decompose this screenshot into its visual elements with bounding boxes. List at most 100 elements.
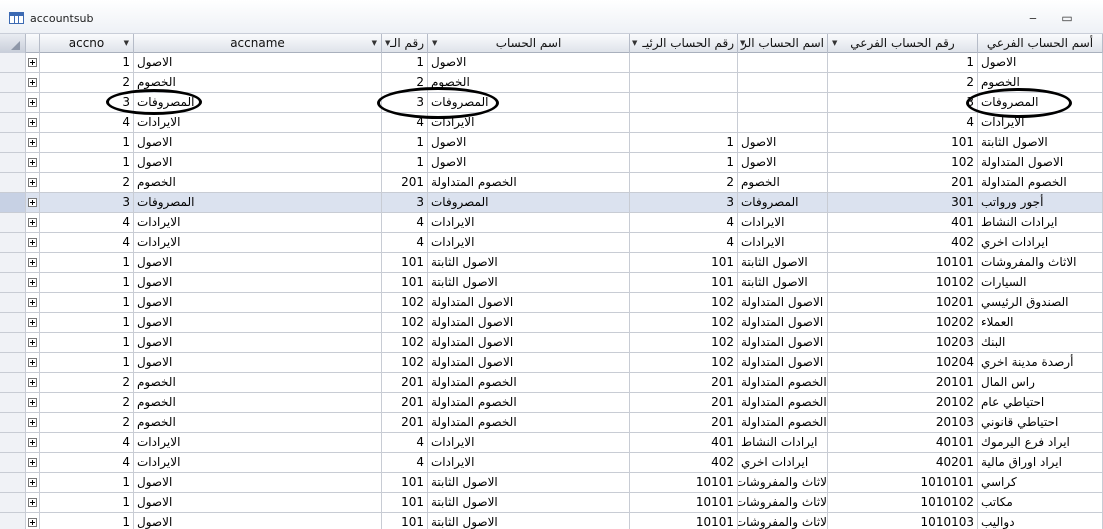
row-selector[interactable]	[0, 53, 26, 73]
cell-c6[interactable]: لاثاث والمفروشات	[738, 513, 828, 529]
cell-c3[interactable]: 3	[382, 193, 428, 213]
maximize-icon[interactable]: ▭	[1058, 10, 1076, 26]
table-row[interactable]: 4 الايرادات 4 الايرادات 402 ايرادات اخري 40201…	[0, 453, 1103, 473]
cell-c3[interactable]: 101	[382, 493, 428, 513]
cell-c5[interactable]: 10101	[630, 473, 738, 493]
expand-plus-icon[interactable]	[28, 178, 37, 187]
header-sub-accno[interactable]: رقم الحساب الفرعي ▼	[828, 34, 978, 53]
cell-c7[interactable]: 402	[828, 233, 978, 253]
cell-c6[interactable]: الاصول	[738, 153, 828, 173]
cell-c4[interactable]: الاصول الثابتة	[428, 513, 630, 529]
cell-c6[interactable]: الاصول	[738, 133, 828, 153]
cell-accno[interactable]: 3	[40, 193, 134, 213]
cell-c3[interactable]: 1	[382, 153, 428, 173]
table-row[interactable]: 3 المصروفات 3 المصروفات 3 المصروفات	[0, 93, 1103, 113]
cell-c8[interactable]: دواليب	[978, 513, 1103, 529]
expand-plus-icon[interactable]	[28, 358, 37, 367]
cell-accno[interactable]: 2	[40, 373, 134, 393]
cell-c5[interactable]	[630, 53, 738, 73]
expand-plus-icon[interactable]	[28, 138, 37, 147]
cell-c7[interactable]: 1010101	[828, 473, 978, 493]
table-row[interactable]: 4 الايرادات 4 الايرادات 4 الايرادات 401 ايرادات…	[0, 213, 1103, 233]
table-row[interactable]: 2 الخصوم 201 الخصوم المتداولة 201 الخصوم المت…	[0, 393, 1103, 413]
cell-c6[interactable]	[738, 93, 828, 113]
expand-plus-icon[interactable]	[28, 338, 37, 347]
table-row[interactable]: 1 الاصول 101 الاصول الثابتة 10101 لاثاث والمف…	[0, 473, 1103, 493]
table-row[interactable]: 3 المصروفات 3 المصروفات 3 المصروفات 301 أجور ور…	[0, 193, 1103, 213]
cell-c6[interactable]: المصروفات	[738, 193, 828, 213]
cell-accname[interactable]: الاصول	[134, 313, 382, 333]
cell-c7[interactable]: 102	[828, 153, 978, 173]
cell-c8[interactable]: الايرادات	[978, 113, 1103, 133]
cell-c4[interactable]: الايرادات	[428, 113, 630, 133]
header-parent-accno[interactable]: رقم الـ ▼	[382, 34, 428, 53]
cell-c8[interactable]: الخصوم المتداولة	[978, 173, 1103, 193]
dropdown-arrow-icon[interactable]: ▼	[632, 34, 637, 52]
cell-c5[interactable]	[630, 113, 738, 133]
cell-c4[interactable]: الايرادات	[428, 433, 630, 453]
cell-c7[interactable]: 4	[828, 113, 978, 133]
cell-c7[interactable]: 1010102	[828, 493, 978, 513]
cell-accname[interactable]: الاصول	[134, 153, 382, 173]
expand-plus-icon[interactable]	[28, 498, 37, 507]
cell-c6[interactable]: ايرادات النشاط	[738, 433, 828, 453]
dropdown-arrow-icon[interactable]: ▼	[385, 34, 390, 52]
cell-c8[interactable]: ايرادات النشاط	[978, 213, 1103, 233]
cell-c8[interactable]: ايراد فرع اليرموك	[978, 433, 1103, 453]
expand-plus-icon[interactable]	[28, 158, 37, 167]
cell-c7[interactable]: 1	[828, 53, 978, 73]
cell-accno[interactable]: 1	[40, 353, 134, 373]
cell-c5[interactable]: 10101	[630, 493, 738, 513]
cell-accname[interactable]: الخصوم	[134, 393, 382, 413]
table-row[interactable]: 4 الايرادات 4 الايرادات 401 ايرادات النشاط 401…	[0, 433, 1103, 453]
cell-c6[interactable]: ايرادات اخري	[738, 453, 828, 473]
cell-c7[interactable]: 201	[828, 173, 978, 193]
cell-c3[interactable]: 4	[382, 453, 428, 473]
cell-c5[interactable]: 402	[630, 453, 738, 473]
cell-c5[interactable]: 201	[630, 413, 738, 433]
cell-c4[interactable]: الخصوم المتداولة	[428, 373, 630, 393]
table-row[interactable]: 1 الاصول 102 الاصول المتداولة 102 الاصول المت…	[0, 353, 1103, 373]
window-titlebar[interactable]: accountsub ‒ ▭	[0, 0, 1103, 34]
cell-accno[interactable]: 4	[40, 433, 134, 453]
cell-c7[interactable]: 10203	[828, 333, 978, 353]
cell-c8[interactable]: احتياطي قانوني	[978, 413, 1103, 433]
cell-c3[interactable]: 201	[382, 393, 428, 413]
cell-c6[interactable]: الاصول المتداولة	[738, 353, 828, 373]
expand-plus-icon[interactable]	[28, 238, 37, 247]
expand-plus-icon[interactable]	[28, 58, 37, 67]
cell-accno[interactable]: 1	[40, 253, 134, 273]
cell-accno[interactable]: 1	[40, 493, 134, 513]
cell-c6[interactable]	[738, 53, 828, 73]
cell-c3[interactable]: 201	[382, 373, 428, 393]
cell-accno[interactable]: 2	[40, 73, 134, 93]
expand-plus-icon[interactable]	[28, 318, 37, 327]
row-selector[interactable]	[0, 353, 26, 373]
cell-accno[interactable]: 1	[40, 153, 134, 173]
cell-accname[interactable]: الاصول	[134, 293, 382, 313]
cell-accname[interactable]: الايرادات	[134, 453, 382, 473]
cell-c4[interactable]: الاصول	[428, 53, 630, 73]
dropdown-arrow-icon[interactable]: ▼	[832, 34, 837, 52]
cell-c4[interactable]: الاصول	[428, 153, 630, 173]
cell-c3[interactable]: 1	[382, 53, 428, 73]
table-row[interactable]: 1 الاصول 102 الاصول المتداولة 102 الاصول المت…	[0, 313, 1103, 333]
cell-accname[interactable]: الايرادات	[134, 213, 382, 233]
table-row[interactable]: 1 الاصول 1 الاصول 1 الاصول	[0, 53, 1103, 73]
cell-c4[interactable]: الاصول المتداولة	[428, 293, 630, 313]
expand-plus-icon[interactable]	[28, 378, 37, 387]
cell-c7[interactable]: 10102	[828, 273, 978, 293]
cell-c8[interactable]: ايرادات اخري	[978, 233, 1103, 253]
cell-accname[interactable]: الخصوم	[134, 173, 382, 193]
cell-accno[interactable]: 2	[40, 413, 134, 433]
cell-c7[interactable]: 2	[828, 73, 978, 93]
cell-accname[interactable]: الخصوم	[134, 413, 382, 433]
cell-c8[interactable]: أرصدة مدينة اخري	[978, 353, 1103, 373]
cell-c4[interactable]: الاصول الثابتة	[428, 273, 630, 293]
table-row[interactable]: 1 الاصول 1 الاصول 1 الاصول 101 الاصول الثابتة	[0, 133, 1103, 153]
cell-c6[interactable]: الخصوم المتداولة	[738, 413, 828, 433]
cell-c4[interactable]: الاصول الثابتة	[428, 493, 630, 513]
cell-c3[interactable]: 102	[382, 353, 428, 373]
row-selector[interactable]	[0, 193, 26, 213]
expand-plus-icon[interactable]	[28, 298, 37, 307]
